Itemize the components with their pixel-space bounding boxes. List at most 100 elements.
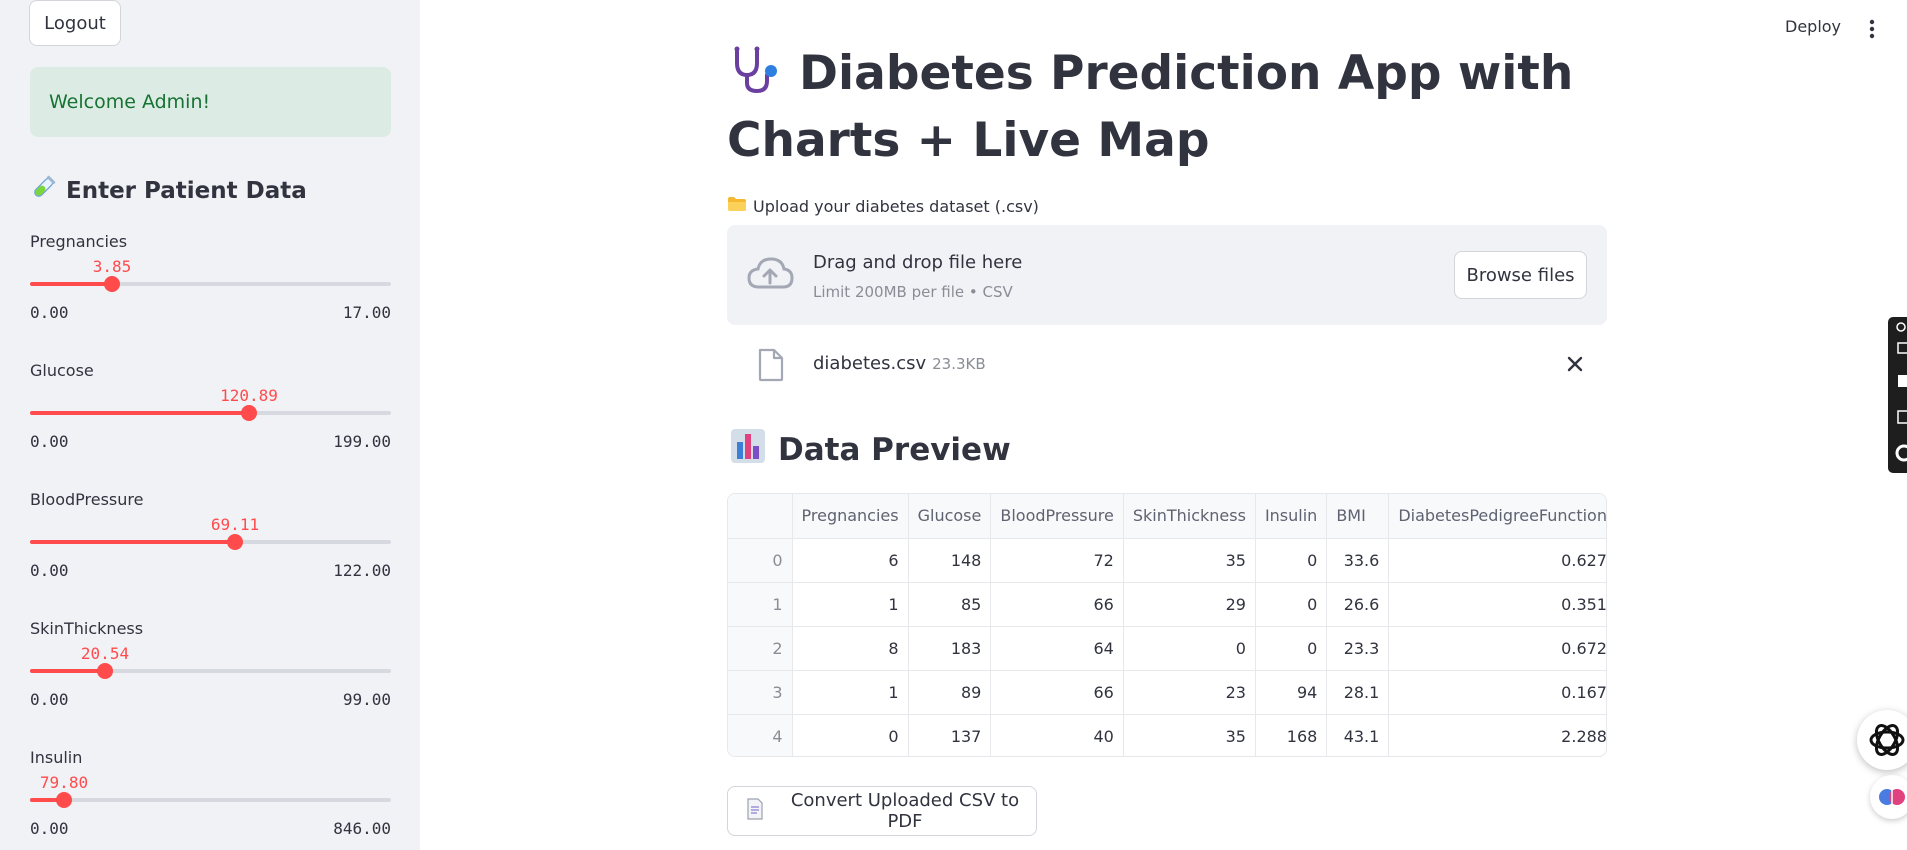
table-cell: 66 bbox=[990, 582, 1124, 627]
table-cell: 33.6 bbox=[1326, 538, 1390, 583]
slider-track[interactable] bbox=[30, 405, 391, 421]
uploaded-file: diabetes.csv 23.3KB bbox=[727, 340, 1607, 390]
slider-track[interactable] bbox=[30, 276, 391, 292]
table-cell: 148 bbox=[908, 538, 992, 583]
column-header[interactable]: BMI bbox=[1326, 494, 1390, 539]
slider-track[interactable] bbox=[30, 663, 391, 679]
table-row[interactable]: 0 6 148 72 35 0 33.6 0.627 bbox=[728, 538, 1606, 583]
slider-skinthickness[interactable]: SkinThickness 20.54 0.00 99.00 bbox=[30, 619, 391, 709]
slider-value: 3.85 bbox=[92, 257, 132, 276]
table-cell: 168 bbox=[1255, 714, 1328, 756]
table-cell: 40 bbox=[990, 714, 1124, 756]
table-cell: 29 bbox=[1123, 582, 1256, 627]
table-cell: 0 bbox=[1255, 538, 1328, 583]
table-row[interactable]: 3 1 89 66 23 94 28.1 0.167 bbox=[728, 670, 1606, 715]
table-cell: 2.288 bbox=[1388, 714, 1606, 756]
table-cell: 35 bbox=[1123, 538, 1256, 583]
slider-value: 79.80 bbox=[39, 773, 89, 792]
slider-min: 0.00 bbox=[30, 690, 69, 709]
table-cell: 0 bbox=[1123, 626, 1256, 671]
file-dropzone[interactable]: Drag and drop file here Limit 200MB per … bbox=[727, 225, 1607, 325]
bar-chart-icon bbox=[730, 428, 766, 472]
table-cell: 66 bbox=[990, 670, 1124, 715]
slider-thumb[interactable] bbox=[227, 534, 243, 550]
table-row[interactable]: 1 1 85 66 29 0 26.6 0.351 bbox=[728, 582, 1606, 627]
table-cell: 64 bbox=[990, 626, 1124, 671]
slider-max: 17.00 bbox=[342, 303, 391, 322]
file-name: diabetes.csv 23.3KB bbox=[813, 353, 986, 374]
slider-max: 99.00 bbox=[342, 690, 391, 709]
slider-label: SkinThickness bbox=[30, 619, 144, 638]
table-cell: 0 bbox=[1255, 626, 1328, 671]
slider-thumb[interactable] bbox=[56, 792, 72, 808]
column-header[interactable]: BloodPressure bbox=[990, 494, 1124, 539]
slider-fill bbox=[30, 282, 112, 286]
slider-min: 0.00 bbox=[30, 561, 69, 580]
slider-fill bbox=[30, 540, 235, 544]
table-cell: 183 bbox=[908, 626, 992, 671]
document-icon bbox=[746, 797, 764, 825]
slider-label: Pregnancies bbox=[30, 232, 128, 251]
row-index: 0 bbox=[728, 538, 793, 583]
openai-widget-icon[interactable] bbox=[1857, 710, 1907, 770]
data-preview-table[interactable]: Pregnancies Glucose BloodPressure SkinThick… bbox=[727, 493, 1607, 757]
column-header[interactable]: SkinThickness bbox=[1123, 494, 1256, 539]
more-options-icon[interactable] bbox=[1862, 17, 1882, 41]
sidebar-heading: Enter Patient Data bbox=[30, 175, 307, 207]
table-row[interactable]: 4 0 137 40 35 168 43.1 2.288 bbox=[728, 714, 1606, 756]
table-cell: 0.627 bbox=[1388, 538, 1606, 583]
slider-value: 20.54 bbox=[80, 644, 130, 663]
page-title: Diabetes Prediction App with Charts + Li… bbox=[727, 40, 1627, 174]
table-cell: 137 bbox=[908, 714, 992, 756]
table-cell: 26.6 bbox=[1326, 582, 1390, 627]
table-row[interactable]: 2 8 183 64 0 0 23.3 0.672 bbox=[728, 626, 1606, 671]
slider-track[interactable] bbox=[30, 534, 391, 550]
file-name-text: diabetes.csv bbox=[813, 353, 927, 374]
column-header[interactable]: Pregnancies bbox=[792, 494, 909, 539]
dropzone-subtitle: Limit 200MB per file • CSV bbox=[813, 283, 1013, 301]
table-cell: 1 bbox=[792, 582, 909, 627]
brain-widget-icon[interactable] bbox=[1870, 775, 1907, 819]
table-header-row: Pregnancies Glucose BloodPressure SkinThick… bbox=[728, 494, 1606, 539]
slider-insulin[interactable]: Insulin 79.80 0.00 846.00 bbox=[30, 748, 391, 838]
column-header[interactable]: Glucose bbox=[908, 494, 992, 539]
table-cell: 0.672 bbox=[1388, 626, 1606, 671]
slider-thumb[interactable] bbox=[104, 276, 120, 292]
slider-thumb[interactable] bbox=[241, 405, 257, 421]
column-header[interactable] bbox=[728, 494, 793, 539]
slider-max: 122.00 bbox=[333, 561, 391, 580]
convert-csv-to-pdf-button[interactable]: Convert Uploaded CSV to PDF bbox=[727, 786, 1037, 836]
slider-pregnancies[interactable]: Pregnancies 3.85 0.00 17.00 bbox=[30, 232, 391, 322]
sidebar: Logout Welcome Admin! Enter Patient Data… bbox=[0, 0, 420, 850]
welcome-message: Welcome Admin! bbox=[30, 67, 391, 137]
row-index: 3 bbox=[728, 670, 793, 715]
deploy-button[interactable]: Deploy bbox=[1785, 17, 1841, 36]
table-cell: 28.1 bbox=[1326, 670, 1390, 715]
convert-csv-to-pdf-label: Convert Uploaded CSV to PDF bbox=[790, 790, 1020, 832]
table-cell: 0 bbox=[792, 714, 909, 756]
slider-fill bbox=[30, 669, 105, 673]
slider-max: 199.00 bbox=[333, 432, 391, 451]
slider-glucose[interactable]: Glucose 120.89 0.00 199.00 bbox=[30, 361, 391, 451]
welcome-text: Welcome Admin! bbox=[49, 91, 211, 113]
slider-min: 0.00 bbox=[30, 819, 69, 838]
slider-value: 120.89 bbox=[220, 386, 278, 405]
data-preview-heading: Data Preview bbox=[730, 428, 1011, 472]
file-size: 23.3KB bbox=[932, 355, 986, 373]
slider-thumb[interactable] bbox=[97, 663, 113, 679]
dropzone-title: Drag and drop file here bbox=[813, 252, 1023, 273]
row-index: 1 bbox=[728, 582, 793, 627]
slider-track[interactable] bbox=[30, 792, 391, 808]
cloud-upload-icon bbox=[746, 255, 794, 296]
slider-bloodpressure[interactable]: BloodPressure 69.11 0.00 122.00 bbox=[30, 490, 391, 580]
close-icon[interactable] bbox=[1565, 354, 1585, 379]
column-header[interactable]: DiabetesPedigreeFunction bbox=[1388, 494, 1606, 539]
logout-button[interactable]: Logout bbox=[29, 0, 121, 46]
table-cell: 35 bbox=[1123, 714, 1256, 756]
row-index: 2 bbox=[728, 626, 793, 671]
extension-toolbar[interactable] bbox=[1888, 317, 1907, 473]
table-cell: 43.1 bbox=[1326, 714, 1390, 756]
column-header[interactable]: Insulin bbox=[1255, 494, 1328, 539]
sidebar-heading-text: Enter Patient Data bbox=[66, 178, 307, 204]
browse-files-button[interactable]: Browse files bbox=[1454, 251, 1587, 299]
